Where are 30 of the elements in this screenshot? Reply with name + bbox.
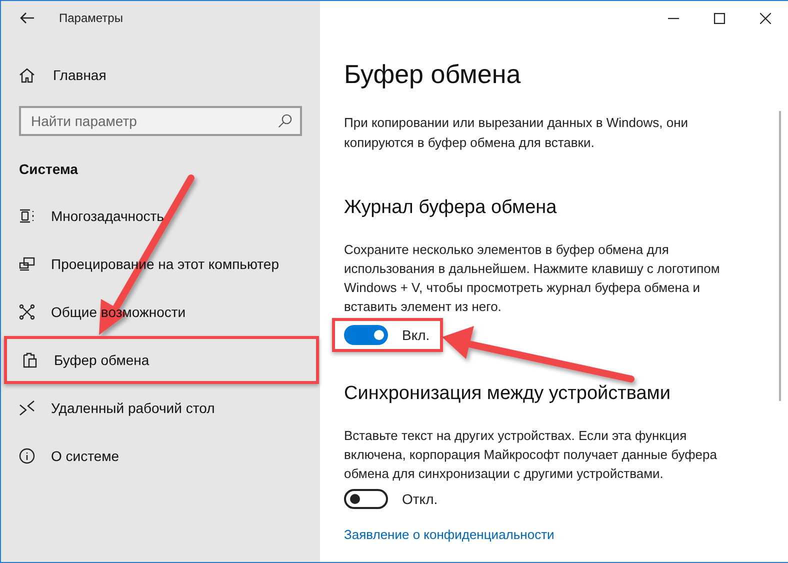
toggle-label: Вкл. bbox=[402, 326, 430, 344]
clipboard-icon bbox=[22, 352, 38, 368]
home-item[interactable]: Главная bbox=[1, 51, 320, 99]
sidebar-item[interactable]: Буфер обмена bbox=[4, 336, 319, 384]
sidebar-item[interactable]: О системе bbox=[1, 432, 320, 480]
intro-text: При копировании или вырезании данных в Windows, они копируются в буфер обмена для вставки. bbox=[344, 114, 690, 152]
privacy-link[interactable]: Заявление о конфиденциальности bbox=[344, 525, 554, 545]
section-heading: Журнал буфера обмена bbox=[344, 196, 557, 220]
multitask-icon bbox=[19, 208, 35, 224]
toggle-switch[interactable] bbox=[344, 489, 388, 509]
section-heading: Система bbox=[19, 160, 78, 178]
maximize-icon bbox=[714, 12, 724, 24]
home-icon bbox=[19, 67, 35, 83]
window-title: Параметры bbox=[59, 10, 123, 27]
sidebar-item[interactable]: Удаленный рабочий стол bbox=[1, 384, 320, 432]
sidebar-item[interactable]: Многозадачность bbox=[1, 192, 320, 240]
section-text: Вставьте текст на других устройствах. Если эта функция включена, корпорация Майкрософт получает данные буфера обмена для синхронизации с другими устройствами. bbox=[344, 427, 718, 483]
remote-icon bbox=[19, 400, 35, 416]
toggle-switch[interactable] bbox=[344, 325, 388, 345]
monitor-icon bbox=[19, 256, 35, 272]
toggle-label: Откл. bbox=[402, 490, 438, 508]
section-text: Сохраните несколько элементов в буфер обмена для использования в дальнейшем. Нажмите клавишу с логотипом Windows + V, чтобы просмотреть журнал буфера обмена и вставить элемент из него. bbox=[344, 241, 721, 316]
search-icon bbox=[278, 114, 292, 128]
network-icon bbox=[19, 304, 35, 320]
page-title: Буфер обмена bbox=[344, 58, 521, 91]
section-heading: Синхронизация между устройствами bbox=[344, 382, 670, 406]
back-arrow-icon[interactable] bbox=[19, 10, 35, 26]
info-icon bbox=[19, 448, 35, 464]
close-icon bbox=[760, 12, 770, 24]
search-field[interactable]: Найти параметр bbox=[19, 106, 302, 136]
